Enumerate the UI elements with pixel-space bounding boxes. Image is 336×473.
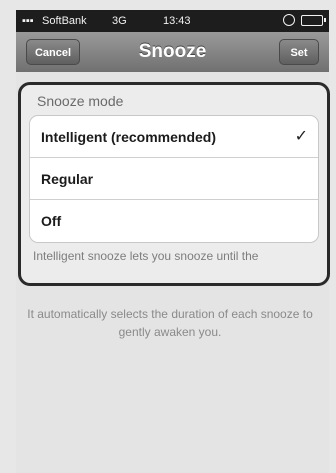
signal-strength-icon: ▪▪▪ <box>22 15 34 27</box>
phone-screen: ▪▪▪ SoftBank 3G 13:43 Cancel Snooze Set … <box>0 0 336 473</box>
option-label: Regular <box>41 171 94 187</box>
footer-note: Intelligent snooze lets you snooze until… <box>33 249 259 263</box>
snooze-description: It automatically selects the duration of… <box>27 307 313 339</box>
checkmark-icon: ✓ <box>294 128 308 145</box>
battery-icon <box>301 15 326 26</box>
cancel-button[interactable]: Cancel <box>26 39 80 65</box>
alarm-icon <box>283 14 295 26</box>
carrier-name: SoftBank <box>42 15 87 27</box>
option-regular[interactable]: Regular <box>30 158 318 200</box>
option-intelligent[interactable]: Intelligent (recommended) ✓ <box>30 116 318 158</box>
snooze-mode-options: Intelligent (recommended) ✓ Regular Off <box>29 115 319 243</box>
status-time: 13:43 <box>163 15 191 27</box>
page-title: Snooze <box>138 41 207 62</box>
status-bar: ▪▪▪ SoftBank 3G 13:43 <box>16 10 329 32</box>
navigation-bar: Cancel Snooze Set <box>16 32 329 73</box>
option-off[interactable]: Off <box>30 200 318 242</box>
network-type: 3G <box>112 15 127 27</box>
section-header: Snooze mode <box>37 93 124 109</box>
option-label: Off <box>41 213 62 229</box>
option-label: Intelligent (recommended) <box>41 129 217 145</box>
set-button[interactable]: Set <box>279 39 319 65</box>
snooze-mode-panel: Snooze mode Intelligent (recommended) ✓ … <box>18 82 330 286</box>
